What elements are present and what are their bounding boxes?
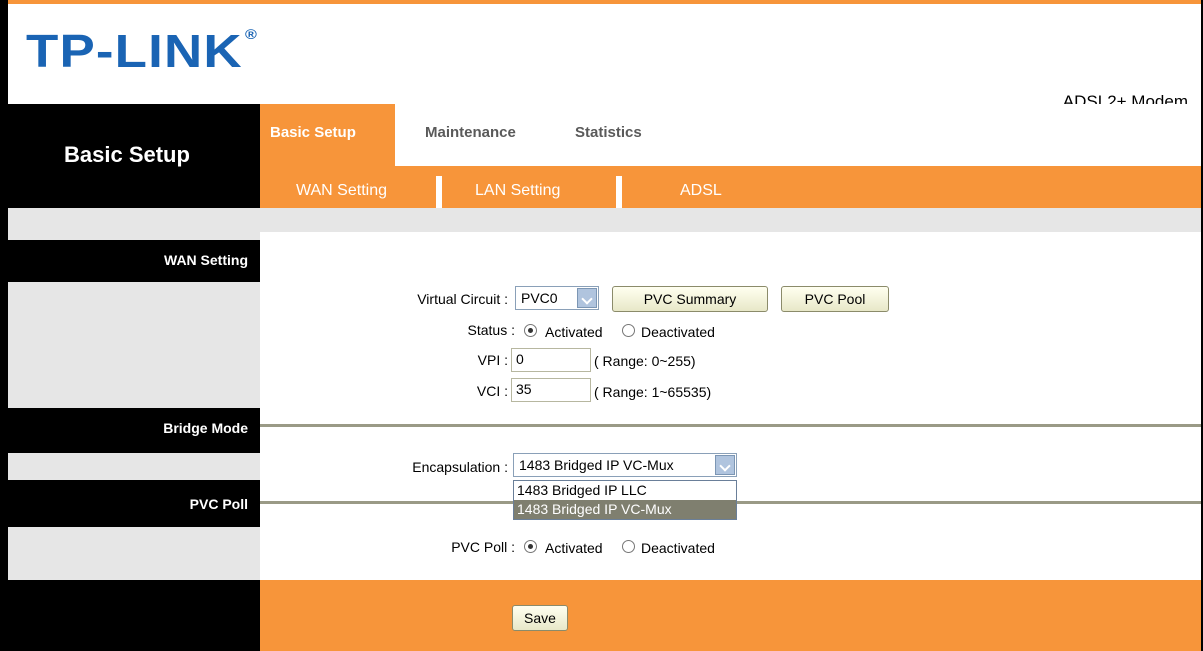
vpi-input[interactable]: 0 bbox=[511, 348, 591, 372]
save-button[interactable]: Save bbox=[512, 605, 568, 631]
encapsulation-select[interactable]: 1483 Bridged IP VC-Mux bbox=[513, 453, 737, 477]
pvc-pool-button[interactable]: PVC Pool bbox=[781, 286, 889, 312]
sub-nav: WAN Setting LAN Setting ADSL bbox=[260, 166, 1201, 208]
chevron-down-icon[interactable] bbox=[715, 455, 735, 475]
subtab-wan-setting[interactable]: WAN Setting bbox=[296, 182, 387, 200]
section-wan-setting: WAN Setting bbox=[8, 240, 260, 282]
pvc-poll-activated-text: Activated bbox=[545, 540, 603, 556]
vpi-range-hint: ( Range: 0~255) bbox=[594, 353, 696, 369]
virtual-circuit-value: PVC0 bbox=[521, 290, 558, 306]
section-bridge-mode: Bridge Mode bbox=[8, 408, 260, 453]
subnav-divider bbox=[436, 176, 442, 208]
pvc-summary-button[interactable]: PVC Summary bbox=[612, 286, 768, 312]
tab-maintenance[interactable]: Maintenance bbox=[425, 104, 516, 166]
virtual-circuit-label: Virtual Circuit : bbox=[417, 291, 508, 307]
encapsulation-label: Encapsulation : bbox=[412, 459, 508, 475]
left-border bbox=[0, 0, 8, 651]
encapsulation-option-llc[interactable]: 1483 Bridged IP LLC bbox=[514, 481, 736, 500]
status-activated-text: Activated bbox=[545, 324, 603, 340]
tab-statistics[interactable]: Statistics bbox=[575, 104, 642, 166]
registered-mark: ® bbox=[244, 26, 259, 42]
vci-input[interactable]: 35 bbox=[511, 378, 591, 402]
chevron-down-icon[interactable] bbox=[577, 288, 597, 308]
encapsulation-option-vc-mux[interactable]: 1483 Bridged IP VC-Mux bbox=[514, 500, 736, 519]
vci-label: VCI : bbox=[476, 383, 508, 399]
status-label: Status : bbox=[467, 322, 515, 338]
vpi-label: VPI : bbox=[477, 352, 508, 368]
subtab-adsl[interactable]: ADSL bbox=[680, 182, 722, 200]
encapsulation-value: 1483 Bridged IP VC-Mux bbox=[519, 457, 674, 473]
status-activated-radio[interactable] bbox=[524, 324, 537, 337]
pvc-poll-label: PVC Poll : bbox=[451, 539, 515, 555]
subtab-lan-setting[interactable]: LAN Setting bbox=[475, 182, 560, 200]
pvc-poll-deactivated-text: Deactivated bbox=[641, 540, 715, 556]
sidebar-title-block: Basic Setup bbox=[8, 104, 260, 208]
sidebar-column bbox=[8, 232, 260, 580]
pvc-poll-activated-radio[interactable] bbox=[524, 540, 537, 553]
footer-bar: Save bbox=[260, 580, 1201, 651]
status-deactivated-text: Deactivated bbox=[641, 324, 715, 340]
virtual-circuit-select[interactable]: PVC0 bbox=[515, 286, 599, 310]
status-deactivated-radio[interactable] bbox=[622, 324, 635, 337]
encapsulation-dropdown-list: 1483 Bridged IP LLC 1483 Bridged IP VC-M… bbox=[513, 480, 737, 520]
sidebar-title: Basic Setup bbox=[64, 142, 190, 167]
separator-band bbox=[8, 208, 1201, 232]
tp-link-logo: TP-LINK ® bbox=[26, 24, 259, 78]
logo-text: TP-LINK bbox=[26, 25, 243, 77]
bridge-mode-rule bbox=[260, 424, 1201, 427]
pvc-poll-deactivated-radio[interactable] bbox=[622, 540, 635, 553]
footer-sidebar bbox=[8, 580, 260, 651]
tab-basic-setup[interactable]: Basic Setup bbox=[260, 104, 395, 166]
main-nav: Basic Setup Maintenance Statistics bbox=[260, 104, 1201, 166]
section-pvc-poll: PVC Poll bbox=[8, 480, 260, 527]
subnav-divider bbox=[616, 176, 622, 208]
top-accent-rule bbox=[0, 0, 1203, 4]
vci-range-hint: ( Range: 1~65535) bbox=[594, 384, 712, 400]
router-admin-page: TP-LINK ® ADSL2+ Modem Basic Setup Basic … bbox=[0, 0, 1203, 651]
